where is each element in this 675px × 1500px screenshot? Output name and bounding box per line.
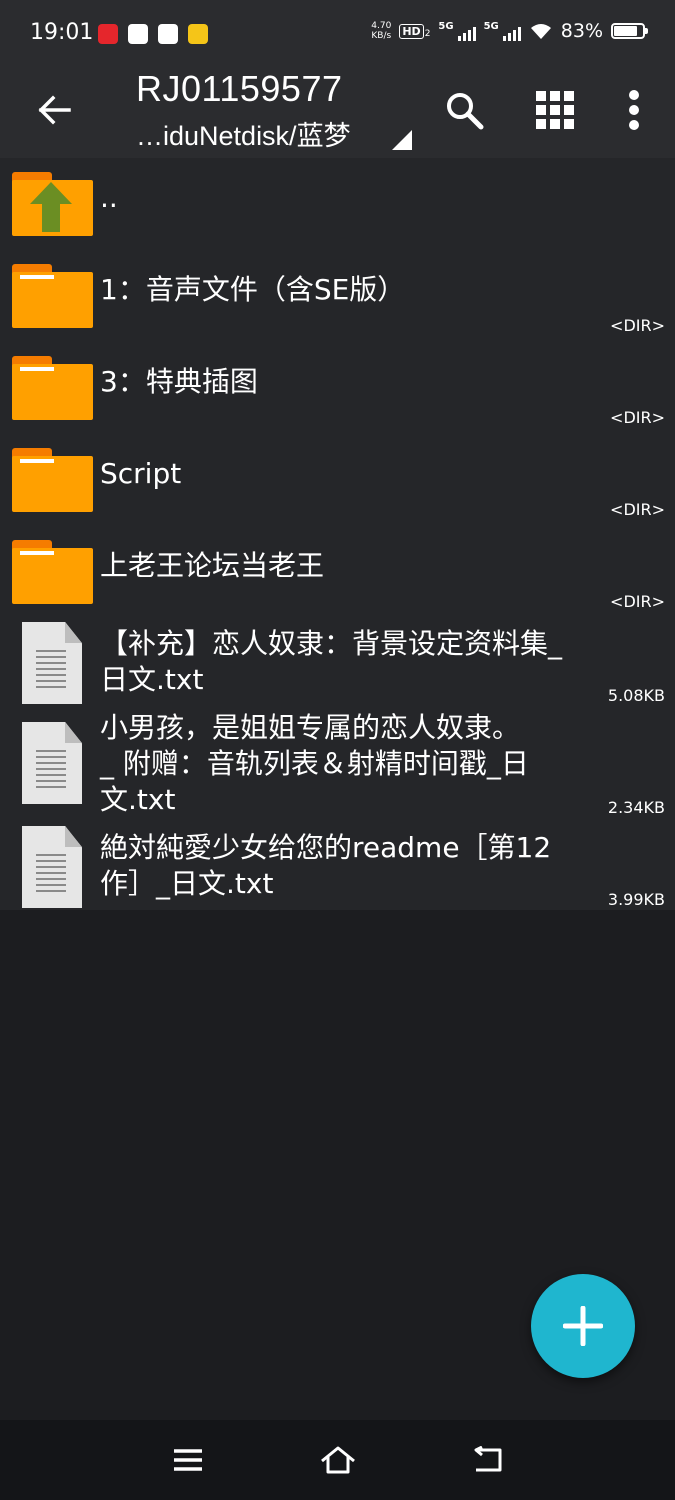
wifi-icon [530,24,551,39]
network-speed: 4.70 KB/s [371,21,391,41]
menu-icon [174,1449,202,1471]
entry-name: 【补充】恋人奴隶：背景设定资料集_ 日文.txt [100,626,600,698]
entry-name-line: 文.txt [100,783,176,816]
folder-icon [12,264,93,328]
network-speed-value: 4.70 [371,21,392,31]
entry-name-line: 【补充】恋人奴隶：背景设定资料集_ [100,627,563,660]
more-vertical-icon [629,90,639,130]
plus-icon [563,1306,603,1346]
home-icon [321,1446,355,1474]
parent-folder-icon [12,172,93,236]
back-button[interactable] [28,84,80,136]
list-item-parent-folder[interactable]: .. [0,158,675,250]
entry-name-line: 小男孩，是姐姐专属的恋人奴隶。 [100,711,521,744]
app-notification-icon [128,24,148,44]
list-item-folder[interactable]: 上老王论坛当老王 <DIR> [0,526,675,618]
entry-name-line: _ 附赠：音轨列表＆射精时间戳_日 [100,747,529,780]
path-dropdown-icon[interactable] [392,130,412,150]
list-item-folder[interactable]: Script <DIR> [0,434,675,526]
entry-name: 1：音声文件（含SE版） [100,273,406,306]
list-item-file[interactable]: 絶対純愛少女给您的readme［第12 作］_日文.txt 3.99KB [0,822,675,910]
entry-name-line: 作］_日文.txt [100,867,274,900]
toolbar: RJ01159577 …iduNetdisk/蓝梦 [0,66,675,158]
list-item-folder[interactable]: 3：特典插图 <DIR> [0,342,675,434]
notification-icons [98,24,208,44]
battery-percent: 83% [560,20,603,42]
add-button[interactable] [531,1274,635,1378]
battery-icon [611,23,648,39]
search-icon [447,93,484,130]
up-arrow-icon [30,182,72,232]
entry-meta: <DIR> [610,592,665,611]
list-item-folder[interactable]: 1：音声文件（含SE版） <DIR> [0,250,675,342]
list-item-file[interactable]: 小男孩，是姐姐专属的恋人奴隶。 _ 附赠：音轨列表＆射精时间戳_日 文.txt … [0,710,675,822]
folder-icon [12,540,93,604]
nav-back-button[interactable] [466,1438,510,1482]
folder-icon [12,448,93,512]
entry-name: Script [100,457,182,490]
text-file-icon [22,722,82,804]
grid-view-icon [536,91,574,129]
entry-name-line: 絶対純愛少女给您的readme［第12 [100,831,552,864]
status-indicators: 4.70 KB/s HD 2 5G 5G 83% [371,20,648,42]
entry-size: 2.34KB [607,798,665,817]
search-button[interactable] [436,82,492,138]
view-mode-button[interactable] [527,82,583,138]
app-notification-icon [98,24,118,44]
entry-meta: <DIR> [610,408,665,427]
hd-voice-icon: HD 2 [399,23,431,39]
network-type: 5G [438,21,454,32]
list-item-file[interactable]: 【补充】恋人奴隶：背景设定资料集_ 日文.txt 5.08KB [0,618,675,710]
text-file-icon [22,622,82,704]
entry-meta: <DIR> [610,500,665,519]
text-file-icon [22,826,82,908]
return-icon [474,1446,502,1472]
nav-menu-button[interactable] [166,1438,210,1482]
app-notification-icon [158,24,178,44]
entry-name: 3：特典插图 [100,365,258,398]
folder-icon [12,356,93,420]
network-speed-unit: KB/s [371,31,392,41]
hd-badge: HD [399,23,424,39]
signal-icon: 5G [484,21,521,41]
arrow-left-icon [38,95,71,125]
folder-title: RJ01159577 [136,68,343,109]
hd-badge-sub: 2 [424,28,431,39]
entry-size: 3.99KB [607,890,665,909]
entry-name-line: 日文.txt [100,663,204,696]
entry-name: 上老王论坛当老王 [100,549,325,582]
nav-home-button[interactable] [316,1438,360,1482]
entry-meta: <DIR> [610,316,665,335]
status-time: 19:01 [30,20,94,45]
network-type: 5G [483,21,499,32]
more-options-button[interactable] [606,82,662,138]
system-navigation-bar [0,1420,675,1500]
entry-name: .. [100,181,118,214]
entry-name: 絶対純愛少女给您的readme［第12 作］_日文.txt [100,830,600,902]
app-notification-icon [188,24,208,44]
entry-name: 小男孩，是姐姐专属的恋人奴隶。 _ 附赠：音轨列表＆射精时间戳_日 文.txt [100,710,600,818]
status-bar: 19:01 4.70 KB/s HD 2 5G 5G 83% [0,0,675,66]
signal-icon: 5G [438,21,476,41]
entry-size: 5.08KB [607,686,665,705]
folder-path[interactable]: …iduNetdisk/蓝梦 [136,114,351,153]
